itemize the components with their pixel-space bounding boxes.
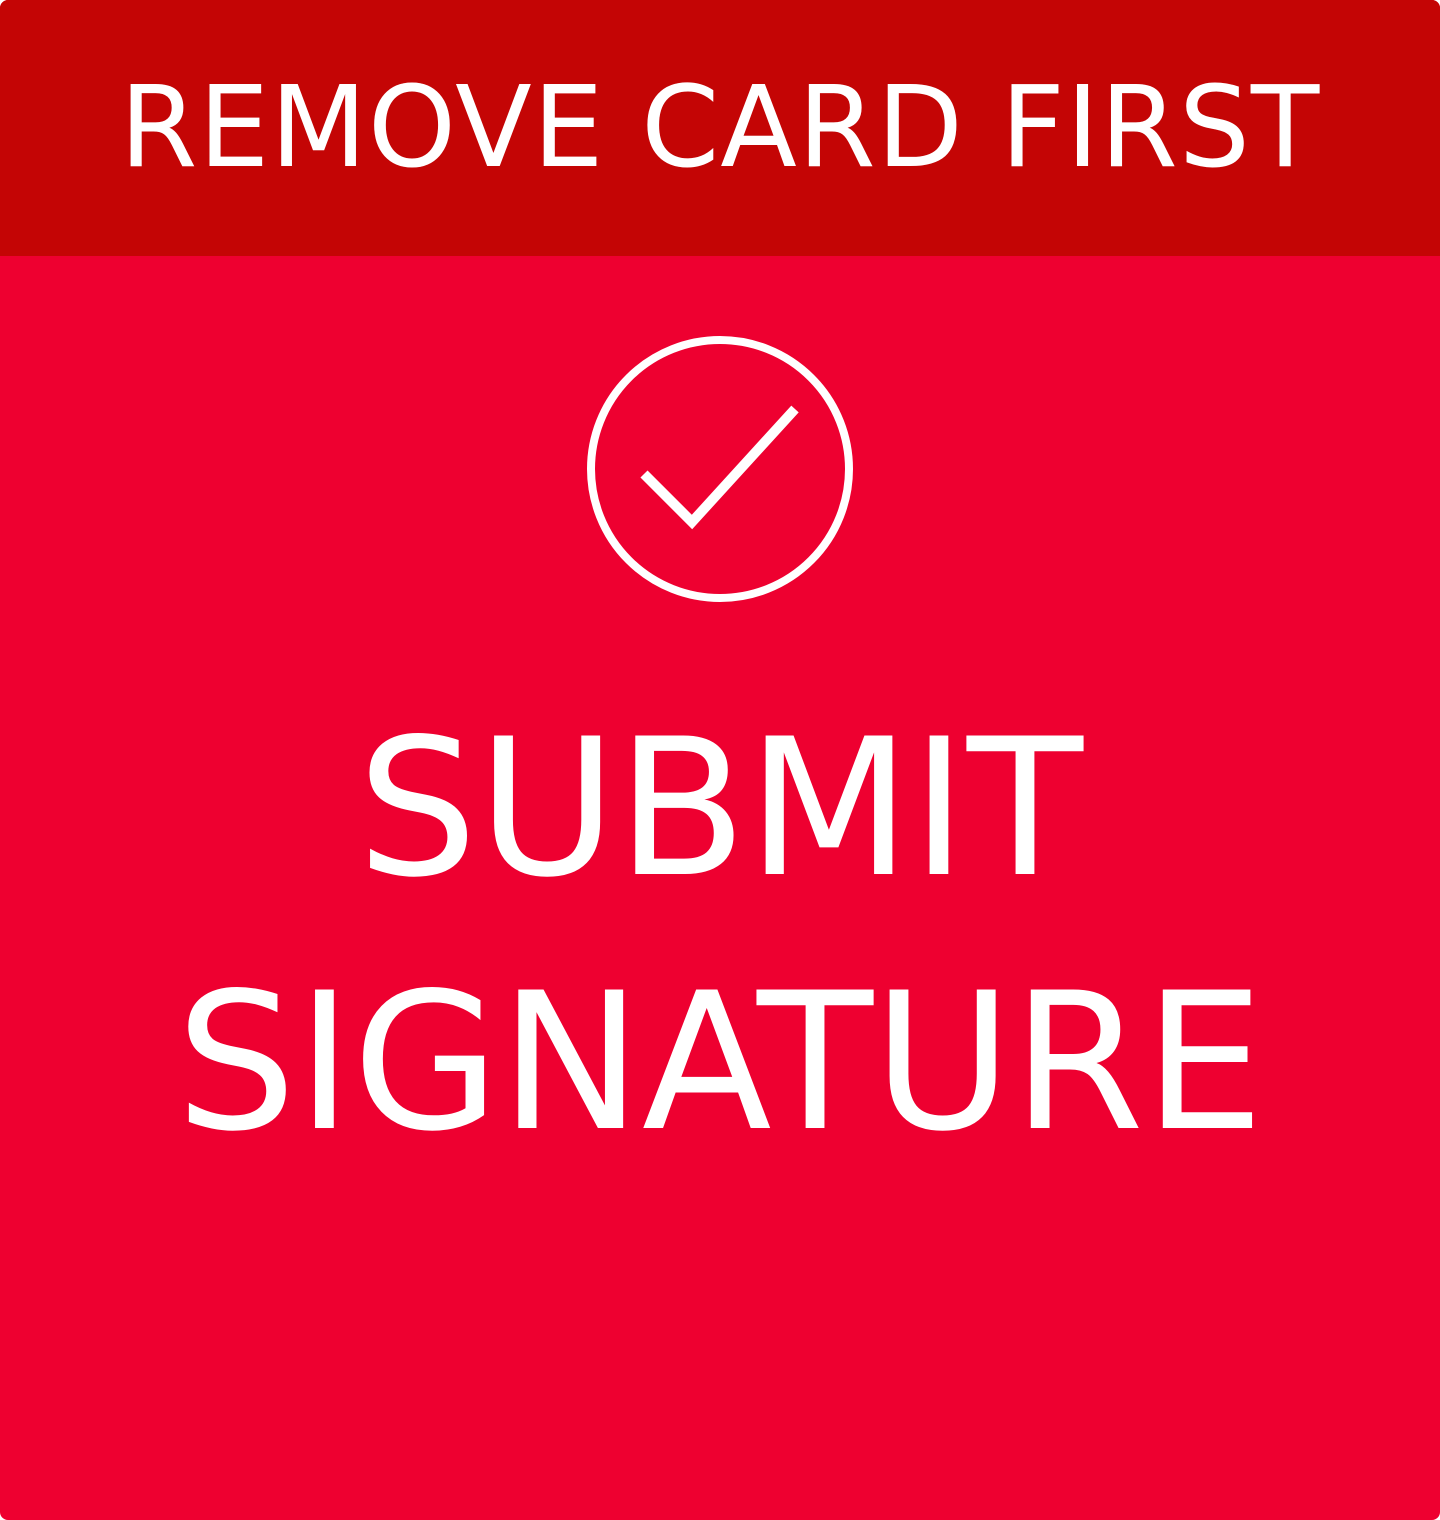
signature-card: REMOVE CARD FIRST SUBMIT SIGNATURE bbox=[0, 0, 1440, 1520]
submit-label-line2: SIGNATURE bbox=[175, 952, 1265, 1173]
submit-signature-button[interactable]: SUBMIT SIGNATURE bbox=[0, 256, 1440, 1520]
banner-text: REMOVE CARD FIRST bbox=[119, 63, 1321, 193]
check-circle-icon bbox=[587, 336, 853, 602]
remove-card-banner: REMOVE CARD FIRST bbox=[0, 0, 1440, 256]
submit-label-line1: SUBMIT bbox=[356, 698, 1084, 919]
